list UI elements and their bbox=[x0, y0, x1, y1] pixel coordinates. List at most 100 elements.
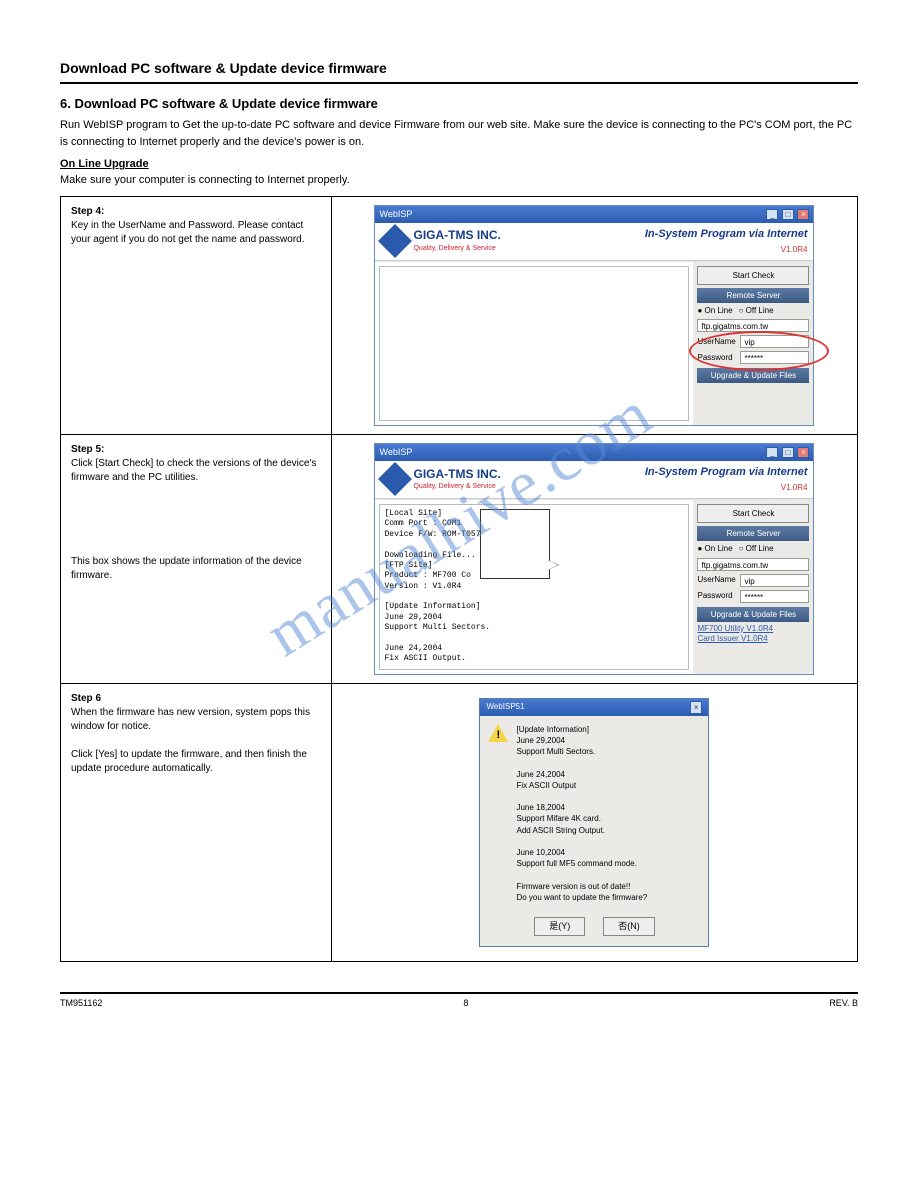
username-label: UserName bbox=[697, 574, 737, 585]
dialog-text: Support Mifare 4K card. bbox=[516, 813, 700, 824]
dialog-text: June 29,2004 bbox=[516, 735, 700, 746]
webisp-window-1: WebISP _ □ × GIGA-TMS INC. Quality, bbox=[374, 205, 814, 426]
dialog-section-header: [Update Information] bbox=[516, 724, 700, 735]
step5-label: Step 5: bbox=[71, 444, 104, 455]
company-name: GIGA-TMS INC. bbox=[413, 227, 500, 244]
dialog-text: June 18,2004 bbox=[516, 802, 700, 813]
online-radio[interactable]: ● On Line bbox=[697, 543, 732, 554]
update-dialog: WebISP51 × [Update Information] June 29,… bbox=[479, 698, 709, 947]
username-field[interactable]: vip bbox=[740, 335, 809, 348]
yes-button[interactable]: 是(Y) bbox=[534, 917, 585, 936]
sub-heading: On Line Upgrade bbox=[60, 158, 858, 170]
password-label: Password bbox=[697, 352, 737, 363]
warning-icon bbox=[488, 724, 508, 744]
dialog-text: June 10,2004 bbox=[516, 847, 700, 858]
dialog-titlebar: WebISP51 × bbox=[480, 699, 708, 716]
step6-right: WebISP51 × [Update Information] June 29,… bbox=[331, 683, 857, 961]
step5-text1: Click [Start Check] to check the version… bbox=[71, 458, 316, 483]
log-pane bbox=[379, 266, 689, 422]
window-title: WebISP bbox=[379, 208, 412, 221]
webisp-window-2: WebISP _ □ × GIGA-TMS INC. Quality, bbox=[374, 443, 814, 674]
remote-server-header: Remote Server bbox=[697, 526, 809, 541]
upgrade-file-link[interactable]: Card Issuer V1.0R4 bbox=[697, 634, 809, 644]
online-radio[interactable]: ● On Line bbox=[697, 305, 732, 316]
program-version: V1.0R4 bbox=[645, 482, 808, 493]
titlebar: WebISP _ □ × bbox=[375, 444, 813, 461]
footer-doc-id: TM951162 bbox=[60, 998, 102, 1008]
page-title: Download PC software & Update device fir… bbox=[60, 60, 858, 76]
upgrade-file-list: MF700 Utility V1.0R4 Card Issuer V1.0R4 bbox=[697, 624, 809, 660]
banner: GIGA-TMS INC. Quality, Delivery & Servic… bbox=[375, 223, 813, 261]
sub-intro: Make sure your computer is connecting to… bbox=[60, 174, 858, 186]
upgrade-files-header: Upgrade & Update Files bbox=[697, 607, 809, 622]
upgrade-files-header: Upgrade & Update Files bbox=[697, 368, 809, 383]
window-title: WebISP bbox=[379, 446, 412, 459]
password-field[interactable]: ****** bbox=[740, 351, 809, 364]
company-slogan: Quality, Delivery & Service bbox=[413, 244, 500, 254]
dialog-warning: Do you want to update the firmware? bbox=[516, 892, 700, 903]
maximize-icon[interactable]: □ bbox=[782, 447, 794, 458]
banner: GIGA-TMS INC. Quality, Delivery & Servic… bbox=[375, 461, 813, 499]
log-line: Version : V1.0R4 bbox=[384, 582, 684, 592]
step6-left: Step 6 When the firmware has new version… bbox=[61, 683, 332, 961]
maximize-icon[interactable]: □ bbox=[782, 209, 794, 220]
step4-label: Step 4: bbox=[71, 206, 104, 217]
username-field[interactable]: vip bbox=[740, 574, 809, 587]
upgrade-file-list bbox=[697, 385, 809, 421]
log-line: [Update Information] bbox=[384, 602, 684, 612]
footer-page-number: 8 bbox=[463, 998, 468, 1008]
side-panel: Start Check Remote Server ● On Line ○ Of… bbox=[693, 500, 813, 674]
ftp-field[interactable]: ftp.gigatms.com.tw bbox=[697, 319, 809, 332]
close-icon[interactable]: × bbox=[797, 447, 809, 458]
upgrade-file-link[interactable]: MF700 Utility V1.0R4 bbox=[697, 624, 809, 634]
log-line: June 29,2004 bbox=[384, 613, 684, 623]
step6-text1: When the firmware has new version, syste… bbox=[71, 707, 310, 732]
dialog-text: Support Multi Sectors. bbox=[516, 746, 700, 757]
remote-server-header: Remote Server bbox=[697, 288, 809, 303]
log-line: Support Multi Sectors. bbox=[384, 623, 684, 633]
dialog-text: Add ASCII String Output. bbox=[516, 825, 700, 836]
log-line: June 24,2004 bbox=[384, 644, 684, 654]
step6-text2: Click [Yes] to update the firmware, and … bbox=[71, 749, 307, 774]
password-label: Password bbox=[697, 590, 737, 601]
ftp-field[interactable]: ftp.gigatms.com.tw bbox=[697, 558, 809, 571]
minimize-icon[interactable]: _ bbox=[766, 209, 778, 220]
steps-table: Step 4: Key in the UserName and Password… bbox=[60, 196, 858, 962]
step5-right: WebISP _ □ × GIGA-TMS INC. Quality, bbox=[331, 435, 857, 683]
log-pane: [Local Site] Comm Port : COM1 Device F/W… bbox=[379, 504, 689, 670]
footer-revision: REV. B bbox=[829, 998, 858, 1008]
step4-text: Key in the UserName and Password. Please… bbox=[71, 220, 305, 245]
step4-left: Step 4: Key in the UserName and Password… bbox=[61, 197, 332, 435]
offline-radio[interactable]: ○ Off Line bbox=[739, 305, 774, 316]
close-icon[interactable]: × bbox=[690, 701, 703, 714]
step4-right: WebISP _ □ × GIGA-TMS INC. Quality, bbox=[331, 197, 857, 435]
intro-text: Run WebISP program to Get the up-to-date… bbox=[60, 117, 858, 150]
company-logo-icon bbox=[381, 227, 409, 255]
start-check-button[interactable]: Start Check bbox=[697, 266, 809, 285]
log-line: Fix ASCII Output. bbox=[384, 654, 684, 664]
offline-radio[interactable]: ○ Off Line bbox=[739, 543, 774, 554]
username-label: UserName bbox=[697, 336, 737, 347]
dialog-text: Fix ASCII Output bbox=[516, 780, 700, 791]
password-field[interactable]: ****** bbox=[740, 590, 809, 603]
minimize-icon[interactable]: _ bbox=[766, 447, 778, 458]
program-title: In-System Program via Internet bbox=[645, 227, 808, 242]
titlebar: WebISP _ □ × bbox=[375, 206, 813, 223]
step5-left: Step 5: Click [Start Check] to check the… bbox=[61, 435, 332, 683]
section-title: 6. Download PC software & Update device … bbox=[60, 96, 858, 111]
dialog-title: WebISP51 bbox=[486, 701, 524, 714]
program-version: V1.0R4 bbox=[645, 244, 808, 255]
footer-divider bbox=[60, 992, 858, 994]
step6-label: Step 6 bbox=[71, 693, 101, 704]
no-button[interactable]: 否(N) bbox=[603, 917, 655, 936]
dialog-text: June 24,2004 bbox=[516, 769, 700, 780]
start-check-button[interactable]: Start Check bbox=[697, 504, 809, 523]
company-name: GIGA-TMS INC. bbox=[413, 466, 500, 483]
callout-balloon bbox=[480, 509, 550, 579]
dialog-warning: Firmware version is out of date!! bbox=[516, 881, 700, 892]
program-title: In-System Program via Internet bbox=[645, 465, 808, 480]
side-panel: Start Check Remote Server ● On Line ○ Of… bbox=[693, 262, 813, 426]
close-icon[interactable]: × bbox=[797, 209, 809, 220]
company-logo-icon bbox=[381, 465, 409, 493]
dialog-text: Support full MF5 command mode. bbox=[516, 858, 700, 869]
